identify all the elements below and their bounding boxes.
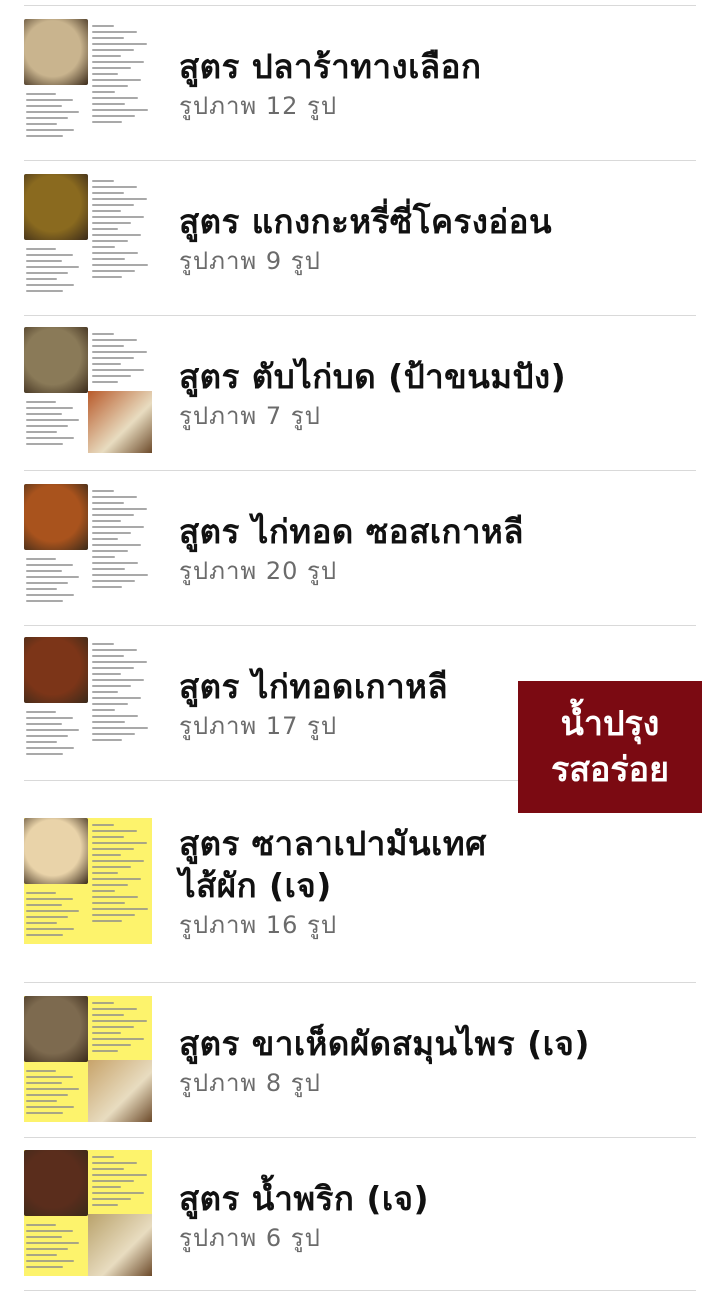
album-thumbnail[interactable] xyxy=(24,1150,152,1276)
recipe-text-lines xyxy=(92,998,152,1122)
photo-count: รูปภาพ 20 รูป xyxy=(179,557,338,585)
photo-count: รูปภาพ 16 รูป xyxy=(179,911,338,939)
recipe-text-lines xyxy=(92,329,152,453)
album-thumbnail[interactable] xyxy=(24,327,152,453)
album-row[interactable]: สูตร น้ำพริก (เจ) รูปภาพ 6 รูป xyxy=(24,1138,696,1291)
album-title[interactable]: สูตร ขาเห็ดผัดสมุนไพร (เจ) xyxy=(179,1023,696,1065)
album-thumbnail[interactable] xyxy=(24,174,152,300)
recipe-text-lines xyxy=(92,176,152,300)
album-title[interactable]: สูตร ตับไก่บด (ป้าขนมปัง) xyxy=(179,356,696,398)
recipe-text-lines xyxy=(26,397,86,453)
album-text: สูตร ไก่ทอด ซอสเกาหลีรูปภาพ 20 รูป xyxy=(179,511,696,587)
recipe-text-lines xyxy=(92,1152,152,1276)
recipe-text-lines xyxy=(26,89,86,145)
photo-count: รูปภาพ 8 รูป xyxy=(179,1069,321,1097)
album-list: สูตร ปลาร้าทางเลือกรูปภาพ 12 รูปสูตร แกง… xyxy=(0,0,720,1291)
recipe-text-lines xyxy=(26,888,86,944)
food-photo xyxy=(24,1150,88,1216)
recipe-text-lines xyxy=(26,554,86,610)
photo-count: รูปภาพ 7 รูป xyxy=(179,402,321,430)
album-text: สูตร ซาลาเปามันเทศ ไส้ผัก (เจ) รูปภาพ 16 ร… xyxy=(179,823,696,941)
photo-count: รูปภาพ 6 รูป xyxy=(179,1224,321,1252)
album-title[interactable]: สูตร แกงกะหรี่ซี่โครงอ่อน xyxy=(179,201,696,243)
album-text: สูตร แกงกะหรี่ซี่โครงอ่อนรูปภาพ 9 รูป xyxy=(179,201,696,277)
album-thumbnail[interactable] xyxy=(24,484,152,610)
album-title[interactable]: สูตร ปลาร้าทางเลือก xyxy=(179,46,696,88)
food-photo xyxy=(24,818,88,884)
album-text: สูตร ตับไก่บด (ป้าขนมปัง) รูปภาพ 7 รูป xyxy=(179,356,696,432)
album-row[interactable]: สูตร ขาเห็ดผัดสมุนไพร (เจ) รูปภาพ 8 รูป xyxy=(24,983,696,1138)
promo-badge: น้ำปรุง รสอร่อย xyxy=(518,681,702,813)
album-thumbnail[interactable] xyxy=(24,818,152,944)
album-title[interactable]: สูตร ซาลาเปามันเทศ xyxy=(179,823,696,865)
food-photo xyxy=(24,174,88,240)
food-photo xyxy=(24,327,88,393)
food-photo xyxy=(24,484,88,550)
album-thumbnail[interactable] xyxy=(24,637,152,763)
album-thumbnail[interactable] xyxy=(24,996,152,1122)
promo-badge-line1: น้ำปรุง xyxy=(560,704,660,744)
album-text: สูตร ขาเห็ดผัดสมุนไพร (เจ) รูปภาพ 8 รูป xyxy=(179,1023,696,1099)
album-row[interactable]: สูตร ปลาร้าทางเลือกรูปภาพ 12 รูป xyxy=(24,6,696,161)
photo-count: รูปภาพ 9 รูป xyxy=(179,247,321,275)
recipe-text-lines xyxy=(92,486,152,610)
album-row[interactable]: สูตร ตับไก่บด (ป้าขนมปัง) รูปภาพ 7 รูป xyxy=(24,316,696,471)
recipe-text-lines xyxy=(26,244,86,300)
album-row[interactable]: สูตร แกงกะหรี่ซี่โครงอ่อนรูปภาพ 9 รูป xyxy=(24,161,696,316)
recipe-text-lines xyxy=(26,707,86,763)
album-thumbnail[interactable] xyxy=(24,19,152,145)
album-title-line2[interactable]: ไส้ผัก (เจ) xyxy=(179,865,696,907)
recipe-text-lines xyxy=(26,1066,86,1122)
promo-badge-line2: รสอร่อย xyxy=(550,750,670,790)
album-title[interactable]: สูตร ไก่ทอด ซอสเกาหลี xyxy=(179,511,696,553)
recipe-text-lines xyxy=(26,1220,86,1276)
recipe-text-lines xyxy=(92,820,152,944)
food-photo xyxy=(24,637,88,703)
recipe-text-lines xyxy=(92,639,152,763)
food-photo xyxy=(24,19,88,85)
photo-count: รูปภาพ 12 รูป xyxy=(179,92,338,120)
album-text: สูตร น้ำพริก (เจ) รูปภาพ 6 รูป xyxy=(179,1178,696,1254)
food-photo xyxy=(24,996,88,1062)
album-text: สูตร ปลาร้าทางเลือกรูปภาพ 12 รูป xyxy=(179,46,696,122)
album-row[interactable]: สูตร ไก่ทอด ซอสเกาหลีรูปภาพ 20 รูป xyxy=(24,471,696,626)
album-title[interactable]: สูตร น้ำพริก (เจ) xyxy=(179,1178,696,1220)
recipe-text-lines xyxy=(92,21,152,145)
